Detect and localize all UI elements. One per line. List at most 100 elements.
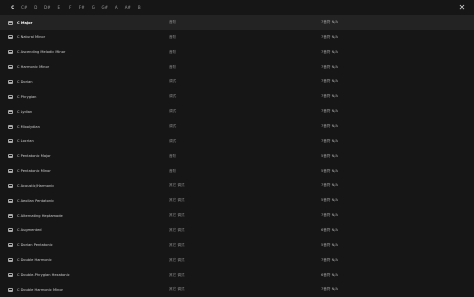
scale-row[interactable]: C Phrygian 调式 7音符 N/A (0, 89, 474, 104)
close-icon[interactable]: ✕ (457, 3, 467, 12)
scale-name: C Dorian (17, 80, 33, 84)
note-count: 7音符 N/A (321, 35, 338, 40)
scale-category: 调式 (169, 109, 176, 114)
note-count: 7音符 N/A (321, 213, 338, 218)
note-button[interactable]: C# (19, 4, 31, 11)
scale-row[interactable]: C Alternating Heptamode 其它 调式 7音符 N/A (0, 208, 474, 223)
note-button[interactable]: E (53, 4, 65, 11)
scale-name: C Double Harmonic (17, 258, 52, 262)
scale-row[interactable]: C Pentatonic Major音阶5音符 N/A (0, 149, 474, 164)
scale-category: 音阶 (169, 65, 176, 70)
scale-row[interactable]: C Aeolian Pentatonic 其它 调式 5音符 N/A (0, 193, 474, 208)
scale-row[interactable]: C Lydian 调式 7音符 N/A (0, 104, 474, 119)
scale-row[interactable]: C Ascending Melodic Minor 音阶 7音符 N/A (0, 45, 474, 60)
calendar-icon (8, 184, 13, 188)
scale-row[interactable]: C Dorian 调式 7音符 N/A (0, 75, 474, 90)
calendar-icon (8, 214, 13, 218)
scale-category: 音阶 (169, 169, 176, 174)
scale-name: C Aeolian Pentatonic (17, 199, 54, 203)
note-count: 5音符 N/A (321, 243, 338, 248)
note-count: 7音符 N/A (321, 65, 338, 70)
scale-category: 其它 调式 (169, 228, 185, 233)
scale-row[interactable]: C Augmented 其它 调式 6音符 N/A (0, 223, 474, 238)
scale-name: C Harmonic Minor (17, 65, 49, 69)
note-count: 6音符 N/A (321, 273, 338, 278)
scale-row[interactable]: C Natural Minor 音阶 7音符 N/A (0, 30, 474, 45)
scale-category: 调式 (169, 139, 176, 144)
scale-name: C Augmented (17, 228, 42, 232)
scale-name: C Pentatonic Minor (17, 169, 51, 173)
note-count: 7音符 N/A (321, 139, 338, 144)
note-count: 7音符 N/A (321, 124, 338, 129)
scale-category: 调式 (169, 124, 176, 129)
scale-category: 音阶 (169, 35, 176, 40)
note-button[interactable]: G (88, 4, 100, 11)
scale-name: C Pentatonic Major (17, 154, 51, 158)
scale-name: C Mixolydian (17, 125, 40, 129)
note-button[interactable]: D (30, 4, 42, 11)
scale-name: C Locrian (17, 139, 34, 143)
calendar-icon (8, 95, 13, 99)
root-note-selector: CC#DD#EFF#GG#AA#B (7, 4, 145, 11)
scale-row[interactable]: C Double-Phrygian Hexatonic 其它 调式 6音符 N/A (0, 268, 474, 283)
scale-category: 其它 调式 (169, 198, 185, 203)
note-count: 7音符 N/A (321, 20, 338, 25)
note-button[interactable]: A (111, 4, 123, 11)
calendar-icon (8, 35, 13, 39)
calendar-icon (8, 169, 13, 173)
scale-row[interactable]: C Dorian Pentatonic 其它 调式 5音符 N/A (0, 238, 474, 253)
scale-category: 其它 调式 (169, 243, 185, 248)
note-count: 5音符 N/A (321, 169, 338, 174)
scale-name: C Double-Phrygian Hexatonic (17, 273, 70, 277)
scale-category: 调式 (169, 94, 176, 99)
calendar-icon (8, 288, 13, 292)
scale-category: 调式 (169, 79, 176, 84)
scale-name: C Double Harmonic Minor (17, 288, 63, 292)
scale-name: C Dorian Pentatonic (17, 243, 53, 247)
note-count: 7音符 N/A (321, 109, 338, 114)
scale-category: 音阶 (169, 20, 176, 25)
scale-name: C Ascending Melodic Minor (17, 50, 65, 54)
scale-row[interactable]: C Major音阶7音符 N/A (0, 15, 474, 30)
calendar-icon (8, 65, 13, 69)
scale-row[interactable]: C Pentatonic Minor 音阶 5音符 N/A (0, 164, 474, 179)
scale-name: C Natural Minor (17, 35, 45, 39)
scale-category: 其它 调式 (169, 287, 185, 292)
scale-name: C Alternating Heptamode (17, 214, 63, 218)
scale-row[interactable]: C Locrian 调式 7音符 N/A (0, 134, 474, 149)
scale-category: 其它 调式 (169, 213, 185, 218)
note-button[interactable]: D# (42, 4, 54, 11)
scale-row[interactable]: C Double Harmonic Minor其它 调式7音符 N/A (0, 283, 474, 297)
calendar-icon (8, 50, 13, 54)
scale-name: C Phrygian (17, 95, 36, 99)
scale-category: 音阶 (169, 50, 176, 55)
scale-row[interactable]: C Acoustic/Harmonic其它 调式7音符 N/A (0, 179, 474, 194)
note-button[interactable]: F# (76, 4, 88, 11)
scale-name: C Acoustic/Harmonic (17, 184, 54, 188)
note-count: 5音符 N/A (321, 154, 338, 159)
note-button[interactable]: F (65, 4, 77, 11)
note-button[interactable]: B (134, 4, 146, 11)
scale-row[interactable]: C Double Harmonic其它 调式7音符 N/A (0, 253, 474, 268)
note-button[interactable]: G# (99, 4, 111, 11)
calendar-icon (8, 110, 13, 114)
note-count: 7音符 N/A (321, 183, 338, 188)
scale-row[interactable]: C Mixolydian 调式 7音符 N/A (0, 119, 474, 134)
calendar-icon (8, 258, 13, 262)
note-button[interactable]: A# (122, 4, 134, 11)
note-count: 7音符 N/A (321, 79, 338, 84)
calendar-icon (8, 154, 13, 158)
scale-name: C Lydian (17, 110, 32, 114)
scale-row[interactable]: C Harmonic Minor 音阶 7音符 N/A (0, 60, 474, 75)
calendar-icon (8, 80, 13, 84)
note-count: 5音符 N/A (321, 198, 338, 203)
note-count: 7音符 N/A (321, 50, 338, 55)
note-count: 6音符 N/A (321, 228, 338, 233)
note-count: 7音符 N/A (321, 94, 338, 99)
calendar-icon (8, 273, 13, 277)
calendar-icon (8, 228, 13, 232)
note-button[interactable]: C (7, 4, 19, 11)
calendar-icon (8, 21, 13, 25)
scale-category: 其它 调式 (169, 273, 185, 278)
top-bar: CC#DD#EFF#GG#AA#B ✕ (0, 0, 474, 16)
